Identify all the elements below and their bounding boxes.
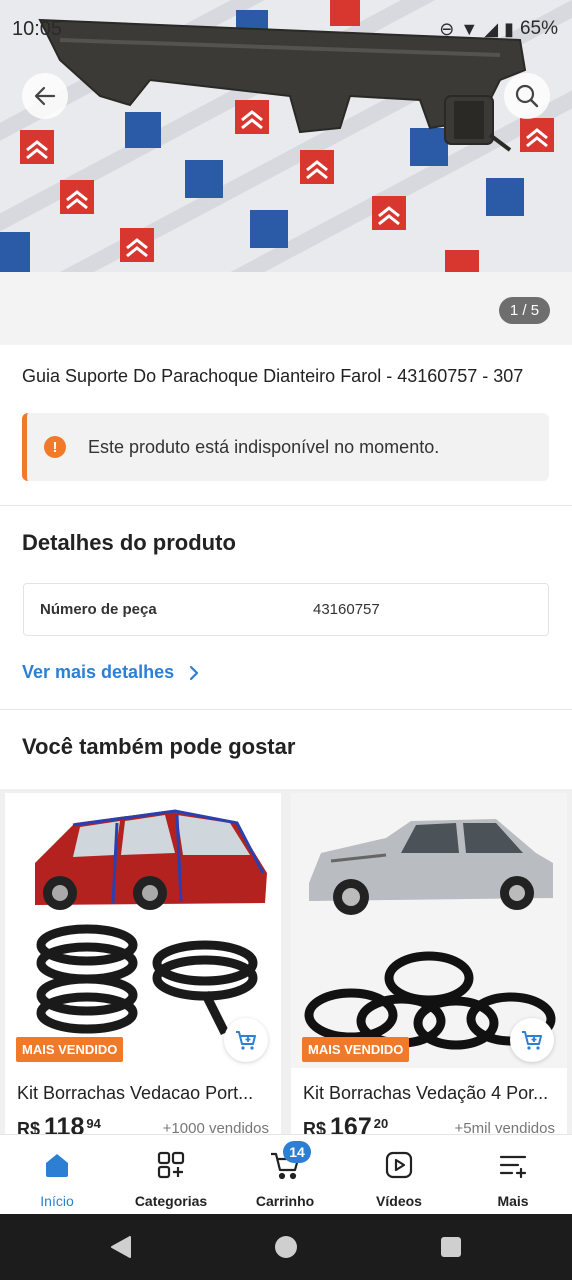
- nav-label: Carrinho: [255, 1193, 315, 1209]
- nav-item-home[interactable]: Início: [0, 1135, 114, 1215]
- detail-key: Número de peça: [40, 601, 157, 618]
- detail-row: Número de peça 43160757: [23, 583, 549, 636]
- add-to-cart-button[interactable]: [510, 1018, 554, 1062]
- product-card[interactable]: MAIS VENDIDO Kit Borrachas Vedacao Port.…: [5, 793, 281, 1141]
- detail-value: 43160757: [313, 601, 380, 618]
- best-seller-badge: MAIS VENDIDO: [16, 1037, 124, 1062]
- details-heading: Detalhes do produto: [22, 530, 236, 555]
- wifi-icon: ▼: [460, 18, 479, 39]
- bottom-navigation: Início Categorias 14 Carrinho Vídeos Mai…: [0, 1134, 572, 1214]
- nav-item-videos[interactable]: Vídeos: [342, 1135, 456, 1215]
- add-to-cart-button[interactable]: [224, 1018, 268, 1062]
- nav-label: Categorias: [134, 1193, 208, 1209]
- cart-icon: 14: [269, 1141, 311, 1181]
- categories-icon: [156, 1149, 186, 1181]
- battery-icon: ▮: [504, 18, 514, 39]
- search-button[interactable]: [504, 73, 550, 119]
- nav-item-categories[interactable]: Categorias: [114, 1135, 228, 1215]
- system-navigation-bar: [0, 1214, 572, 1280]
- add-cart-icon: [522, 1031, 542, 1050]
- nav-label: Mais: [497, 1193, 529, 1209]
- unavailable-notice: ! Este produto está indisponível no mome…: [22, 413, 549, 481]
- image-counter: 1 / 5: [499, 297, 550, 324]
- divider: [0, 505, 572, 506]
- product-image-gallery[interactable]: 10:05 ⊖ ▼ ◢ ▮ 65% 1 / 5: [0, 0, 572, 345]
- chevron-right-icon: [189, 665, 199, 680]
- product-card[interactable]: MAIS VENDIDO Kit Borrachas Vedação 4 Por…: [291, 793, 567, 1141]
- nav-item-cart[interactable]: 14 Carrinho: [228, 1135, 342, 1215]
- status-bar: 10:05 ⊖ ▼ ◢ ▮ 65%: [0, 0, 572, 60]
- notice-text: Este produto está indisponível no moment…: [88, 436, 440, 457]
- system-home-icon[interactable]: [273, 1234, 299, 1260]
- more-details-label: Ver mais detalhes: [22, 662, 175, 682]
- best-seller-badge: MAIS VENDIDO: [302, 1037, 410, 1062]
- home-icon: [42, 1149, 72, 1181]
- arrow-left-icon: [34, 86, 56, 106]
- product-card-name: Kit Borrachas Vedacao Port...: [17, 1083, 254, 1103]
- more-icon: [498, 1149, 528, 1181]
- product-card-name: Kit Borrachas Vedação 4 Por...: [303, 1083, 549, 1103]
- product-title: Guia Suporte Do Parachoque Dianteiro Far…: [22, 366, 524, 386]
- more-details-link[interactable]: Ver mais detalhes: [22, 662, 200, 683]
- status-time: 10:05: [12, 18, 63, 40]
- dnd-icon: ⊖: [439, 18, 455, 39]
- video-icon: [384, 1149, 414, 1181]
- cart-count-badge: 14: [283, 1141, 311, 1163]
- recommendations-grid: MAIS VENDIDO Kit Borrachas Vedacao Port.…: [0, 789, 572, 1141]
- battery-percent: 65%: [519, 18, 558, 39]
- alert-icon: !: [44, 436, 66, 458]
- status-icons: ⊖ ▼ ◢ ▮ 65%: [439, 18, 558, 40]
- price-cents: 20: [373, 1116, 389, 1131]
- search-icon: [515, 84, 539, 108]
- system-recents-icon[interactable]: [438, 1234, 464, 1260]
- signal-icon: ◢: [484, 18, 499, 39]
- back-button[interactable]: [22, 73, 68, 119]
- nav-label: Vídeos: [376, 1193, 422, 1209]
- price-cents: 94: [86, 1116, 101, 1131]
- nav-item-more[interactable]: Mais: [456, 1135, 570, 1215]
- recommendations-heading: Você também pode gostar: [22, 734, 296, 759]
- divider: [0, 709, 572, 710]
- system-back-icon[interactable]: [108, 1234, 134, 1260]
- nav-label: Início: [40, 1193, 74, 1209]
- add-cart-icon: [236, 1031, 256, 1050]
